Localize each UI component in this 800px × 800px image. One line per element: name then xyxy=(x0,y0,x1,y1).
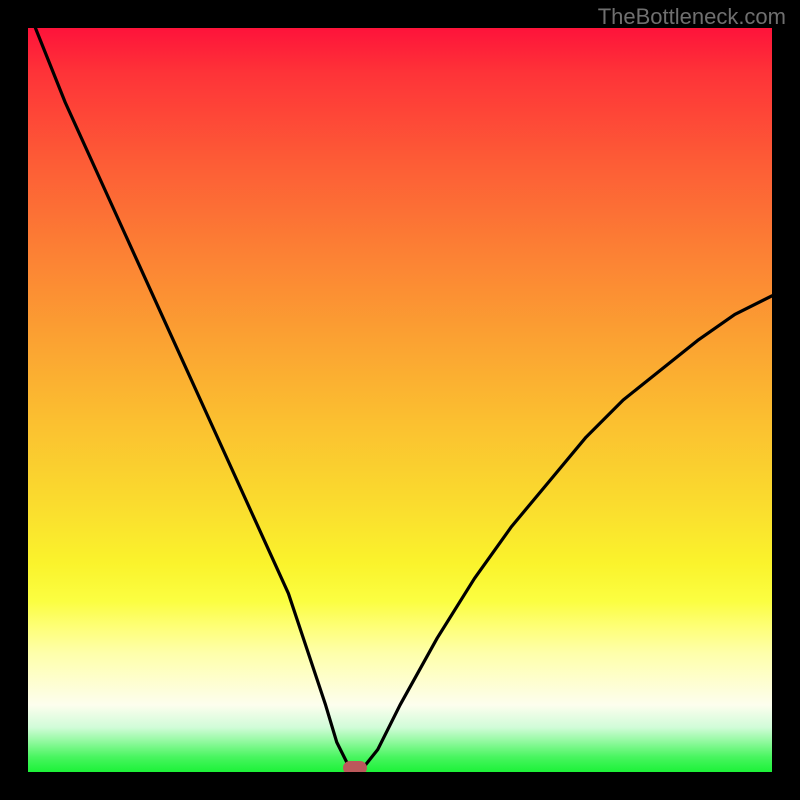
bottleneck-curve xyxy=(28,28,772,772)
watermark-text: TheBottleneck.com xyxy=(598,4,786,30)
plot-area xyxy=(28,28,772,772)
optimal-marker xyxy=(343,761,367,772)
chart-frame: TheBottleneck.com xyxy=(0,0,800,800)
